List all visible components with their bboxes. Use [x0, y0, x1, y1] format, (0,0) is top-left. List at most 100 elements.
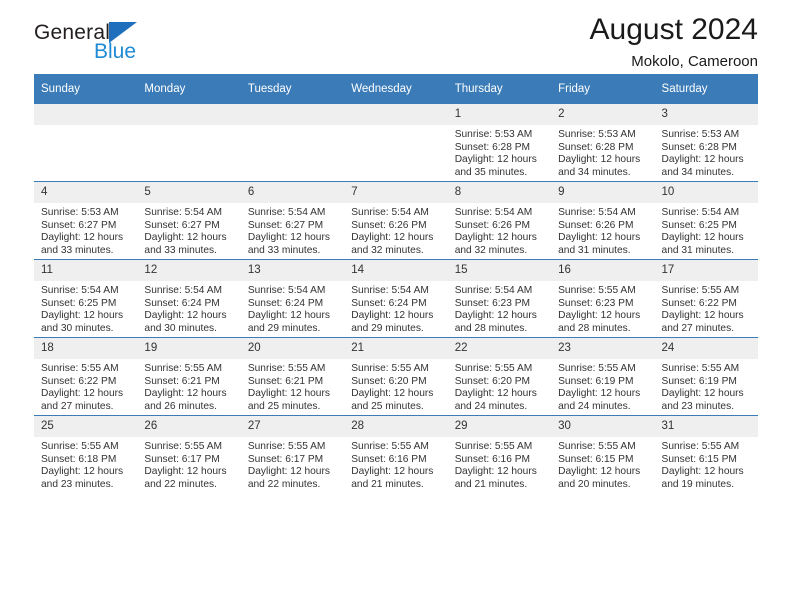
calendar-day-cell[interactable]: 30 Sunrise: 5:55 AM Sunset: 6:15 PM Dayligh…: [551, 415, 655, 493]
sunrise-text: Sunrise: 5:55 AM: [661, 441, 740, 452]
sunset-text: Sunset: 6:17 PM: [247, 453, 324, 465]
calendar-day-cell[interactable]: 23 Sunrise: 5:55 AM Sunset: 6:19 PM Dayligh…: [551, 337, 655, 416]
sunrise-text: Sunrise: 5:55 AM: [351, 363, 429, 374]
daylight-text-line1: Daylight: 12 hours: [144, 388, 227, 400]
daylight-text-line1: Daylight: 12 hours: [144, 232, 227, 244]
day-number: 4: [34, 182, 138, 203]
daylight-text-line2: and 21 minutes.: [454, 478, 528, 490]
day-number: 25: [34, 416, 138, 437]
day-number: 23: [551, 338, 655, 359]
calendar-day-cell[interactable]: 21 Sunrise: 5:55 AM Sunset: 6:20 PM Dayligh…: [344, 337, 448, 416]
day-number: 5: [137, 182, 241, 203]
sunset-text: Sunset: 6:27 PM: [144, 219, 220, 231]
calendar-day-cell[interactable]: 29 Sunrise: 5:55 AM Sunset: 6:16 PM Dayligh…: [447, 415, 552, 493]
day-details: Sunrise: 5:55 AM Sunset: 6:23 PM Daylight:…: [551, 281, 654, 335]
day-details: Sunrise: 5:55 AM Sunset: 6:22 PM Daylight:…: [655, 281, 758, 335]
calendar-day-cell[interactable]: 3 Sunrise: 5:53 AM Sunset: 6:28 PM Daylight…: [654, 104, 758, 182]
calendar-day-cell[interactable]: 24 Sunrise: 5:55 AM Sunset: 6:19 PM Dayligh…: [654, 337, 758, 416]
sunrise-text: Sunrise: 5:53 AM: [558, 129, 636, 140]
sunrise-text: Sunrise: 5:54 AM: [661, 207, 740, 218]
weekday-header-wednesday: Wednesday: [344, 74, 448, 104]
daylight-text-line1: Daylight: 12 hours: [41, 466, 124, 478]
calendar-table: Sunday Monday Tuesday Wednesday Thursday…: [34, 74, 758, 493]
calendar-day-cell[interactable]: 27 Sunrise: 5:55 AM Sunset: 6:17 PM Dayligh…: [240, 415, 345, 493]
calendar-day-cell[interactable]: 1 Sunrise: 5:53 AM Sunset: 6:28 PM Daylight…: [447, 104, 552, 182]
day-details: Sunrise: 5:55 AM Sunset: 6:21 PM Daylight:…: [241, 359, 344, 413]
calendar-week-row: 4 Sunrise: 5:53 AM Sunset: 6:27 PM Daylight…: [34, 181, 758, 260]
location-subtitle: Mokolo, Cameroon: [631, 53, 758, 71]
calendar-day-cell[interactable]: 2 Sunrise: 5:53 AM Sunset: 6:28 PM Daylight…: [551, 104, 655, 182]
day-number: 24: [654, 338, 758, 359]
daylight-text-line2: and 24 minutes.: [558, 400, 631, 412]
day-number: 15: [447, 260, 552, 281]
sunset-text: Sunset: 6:16 PM: [454, 453, 531, 465]
calendar-day-cell[interactable]: [240, 104, 345, 182]
calendar-day-cell[interactable]: 20 Sunrise: 5:55 AM Sunset: 6:21 PM Dayligh…: [240, 337, 345, 416]
calendar-day-cell[interactable]: 19 Sunrise: 5:55 AM Sunset: 6:21 PM Dayligh…: [137, 337, 241, 416]
sunset-text: Sunset: 6:23 PM: [454, 297, 531, 309]
calendar-day-cell[interactable]: 12 Sunrise: 5:54 AM Sunset: 6:24 PM Dayligh…: [137, 259, 241, 338]
daylight-text-line1: Daylight: 12 hours: [454, 232, 537, 244]
day-number: 3: [654, 104, 758, 125]
day-details: Sunrise: 5:53 AM Sunset: 6:28 PM Daylight:…: [551, 125, 654, 179]
daylight-text-line1: Daylight: 12 hours: [247, 466, 330, 478]
day-number: 8: [447, 182, 552, 203]
calendar-day-cell[interactable]: 16 Sunrise: 5:55 AM Sunset: 6:23 PM Dayligh…: [551, 259, 655, 338]
calendar-day-cell[interactable]: 7 Sunrise: 5:54 AM Sunset: 6:26 PM Daylight…: [344, 181, 448, 260]
calendar-day-cell[interactable]: 11 Sunrise: 5:54 AM Sunset: 6:25 PM Dayligh…: [34, 259, 138, 338]
sunset-text: Sunset: 6:28 PM: [558, 141, 634, 153]
calendar-day-cell[interactable]: 5 Sunrise: 5:54 AM Sunset: 6:27 PM Daylight…: [137, 181, 241, 260]
calendar-day-cell[interactable]: [34, 104, 138, 182]
calendar-day-cell[interactable]: 18 Sunrise: 5:55 AM Sunset: 6:22 PM Dayligh…: [34, 337, 138, 416]
sunrise-text: Sunrise: 5:54 AM: [247, 207, 326, 218]
day-number: 26: [137, 416, 241, 437]
daylight-text-line2: and 19 minutes.: [661, 478, 735, 490]
calendar-page: General Blue August 2024 Mokolo, Cameroo…: [0, 0, 792, 612]
sunset-text: Sunset: 6:26 PM: [454, 219, 531, 231]
daylight-text-line2: and 24 minutes.: [454, 400, 528, 412]
calendar-body: 1 Sunrise: 5:53 AM Sunset: 6:28 PM Daylight…: [34, 104, 758, 493]
daylight-text-line1: Daylight: 12 hours: [558, 232, 641, 244]
day-number: 20: [240, 338, 345, 359]
calendar-day-cell[interactable]: 10 Sunrise: 5:54 AM Sunset: 6:25 PM Dayligh…: [654, 181, 758, 260]
calendar-day-cell[interactable]: 17 Sunrise: 5:55 AM Sunset: 6:22 PM Dayligh…: [654, 259, 758, 338]
sunset-text: Sunset: 6:27 PM: [247, 219, 324, 231]
calendar-day-cell[interactable]: 8 Sunrise: 5:54 AM Sunset: 6:26 PM Daylight…: [447, 181, 552, 260]
calendar-day-cell[interactable]: 13 Sunrise: 5:54 AM Sunset: 6:24 PM Dayligh…: [240, 259, 345, 338]
calendar-day-cell[interactable]: 9 Sunrise: 5:54 AM Sunset: 6:26 PM Daylight…: [551, 181, 655, 260]
daylight-text-line1: Daylight: 12 hours: [661, 310, 744, 322]
day-number: 7: [344, 182, 448, 203]
sunrise-text: Sunrise: 5:55 AM: [661, 363, 740, 374]
daylight-text-line1: Daylight: 12 hours: [351, 232, 434, 244]
calendar-day-cell[interactable]: 14 Sunrise: 5:54 AM Sunset: 6:24 PM Dayligh…: [344, 259, 448, 338]
daylight-text-line1: Daylight: 12 hours: [661, 154, 744, 166]
daylight-text-line2: and 30 minutes.: [41, 322, 114, 334]
calendar-day-cell[interactable]: [137, 104, 241, 182]
calendar-day-cell[interactable]: 6 Sunrise: 5:54 AM Sunset: 6:27 PM Daylight…: [240, 181, 345, 260]
sunrise-text: Sunrise: 5:53 AM: [661, 129, 740, 140]
calendar-day-cell[interactable]: 22 Sunrise: 5:55 AM Sunset: 6:20 PM Dayligh…: [447, 337, 552, 416]
brand-logo[interactable]: General Blue: [34, 22, 214, 72]
day-number: 16: [551, 260, 655, 281]
day-details: Sunrise: 5:55 AM Sunset: 6:20 PM Daylight:…: [344, 359, 447, 413]
calendar-day-cell[interactable]: 31 Sunrise: 5:55 AM Sunset: 6:15 PM Dayligh…: [654, 415, 758, 493]
sunrise-text: Sunrise: 5:55 AM: [247, 363, 326, 374]
day-number: 19: [137, 338, 241, 359]
day-number: 21: [344, 338, 448, 359]
calendar-day-cell[interactable]: 4 Sunrise: 5:53 AM Sunset: 6:27 PM Daylight…: [34, 181, 138, 260]
daylight-text-line2: and 33 minutes.: [144, 244, 217, 256]
day-details: Sunrise: 5:55 AM Sunset: 6:20 PM Daylight:…: [448, 359, 551, 413]
daylight-text-line2: and 28 minutes.: [454, 322, 528, 334]
daylight-text-line2: and 35 minutes.: [454, 166, 528, 178]
calendar-day-cell[interactable]: 15 Sunrise: 5:54 AM Sunset: 6:23 PM Dayligh…: [447, 259, 552, 338]
calendar-day-cell[interactable]: 28 Sunrise: 5:55 AM Sunset: 6:16 PM Dayligh…: [344, 415, 448, 493]
day-details: Sunrise: 5:55 AM Sunset: 6:22 PM Daylight:…: [34, 359, 137, 413]
title-block: August 2024 Mokolo, Cameroon: [590, 13, 758, 71]
calendar-day-cell[interactable]: [344, 104, 448, 182]
daylight-text-line2: and 33 minutes.: [247, 244, 321, 256]
sunset-text: Sunset: 6:27 PM: [41, 219, 117, 231]
sunrise-text: Sunrise: 5:55 AM: [247, 441, 326, 452]
day-details: Sunrise: 5:54 AM Sunset: 6:26 PM Daylight:…: [448, 203, 551, 257]
calendar-day-cell[interactable]: 25 Sunrise: 5:55 AM Sunset: 6:18 PM Dayligh…: [34, 415, 138, 493]
calendar-day-cell[interactable]: 26 Sunrise: 5:55 AM Sunset: 6:17 PM Dayligh…: [137, 415, 241, 493]
